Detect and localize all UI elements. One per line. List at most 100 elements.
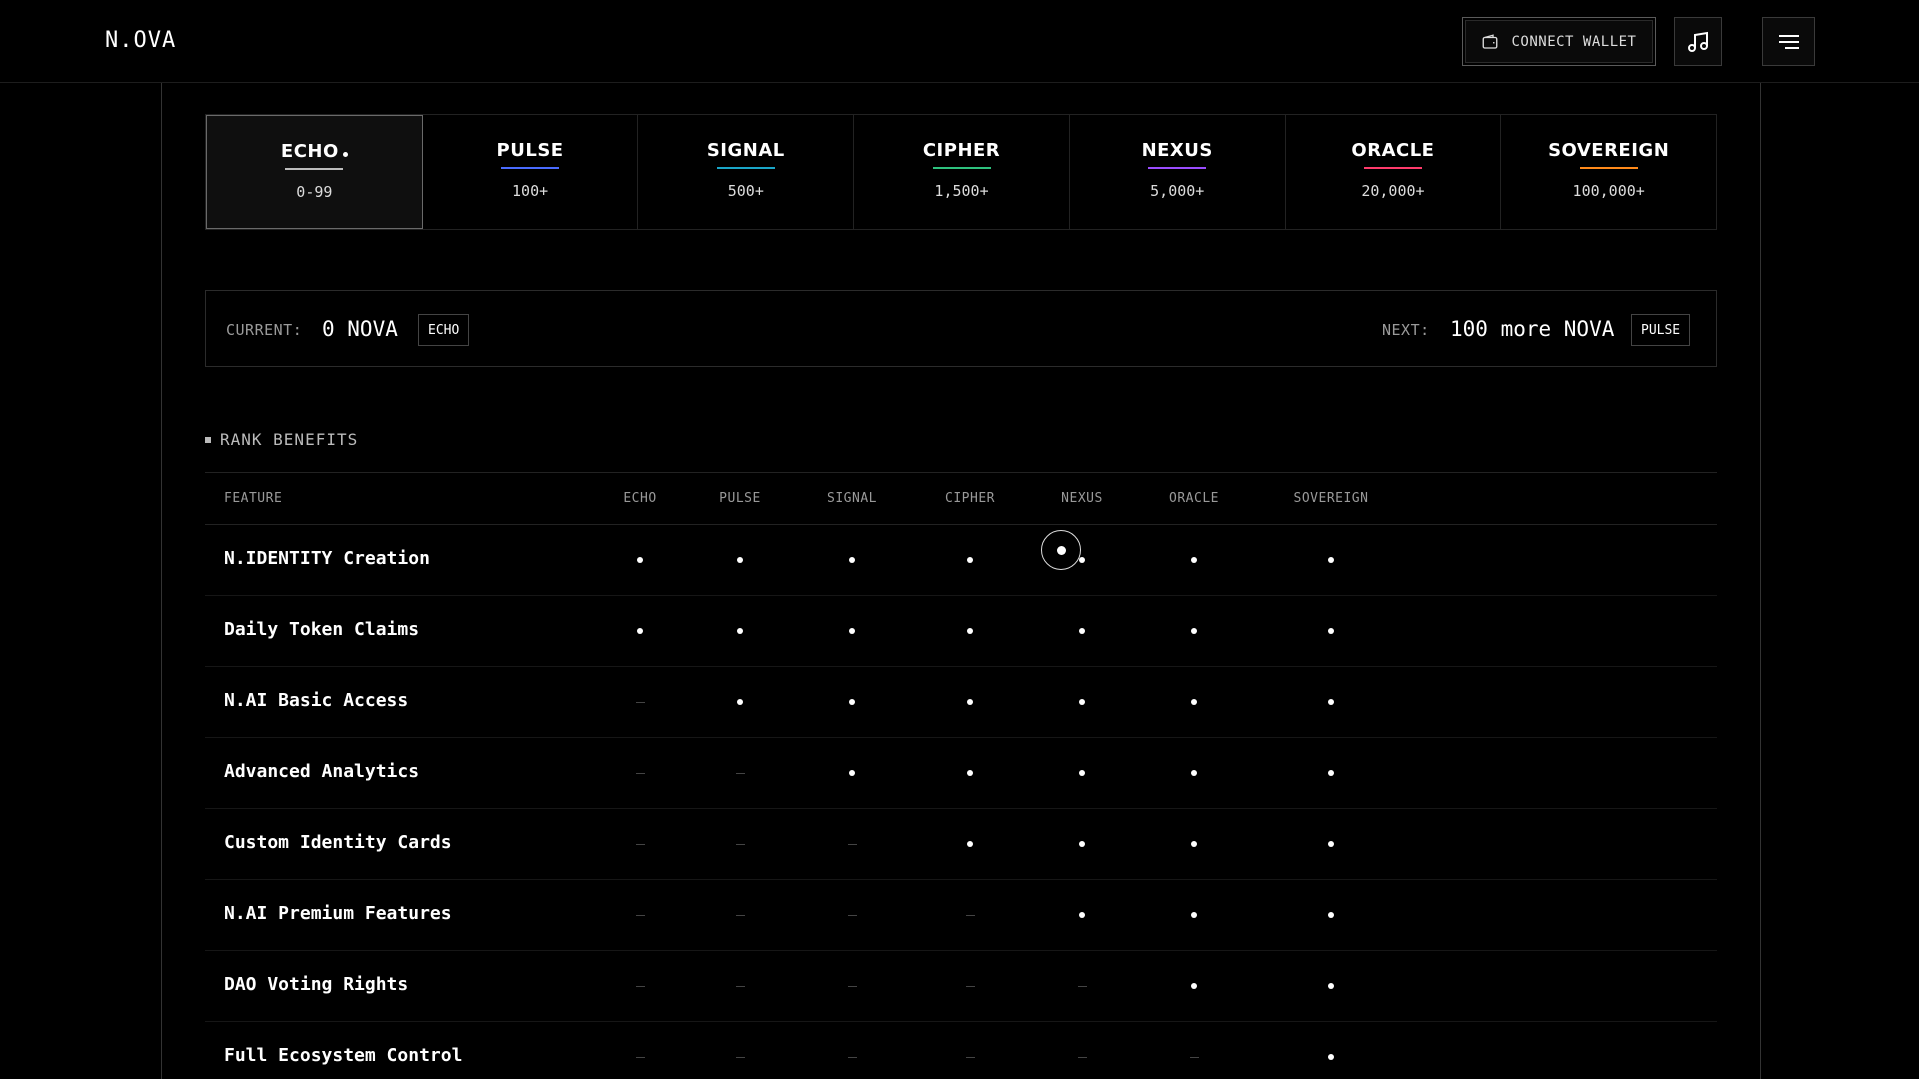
included-dot-icon [1079,912,1085,918]
excluded-dash-icon [735,772,745,774]
feature-name: Custom Identity Cards [224,832,452,853]
excluded-dash-icon [735,843,745,845]
included-cell [720,525,760,595]
included-cell [950,596,990,666]
included-dot-icon [1328,983,1334,989]
included-cell [1311,1022,1351,1079]
rank-tier-echo[interactable]: ECHO 0-99 [206,115,423,229]
excluded-cell [1062,1022,1102,1079]
excluded-cell [720,738,760,808]
excluded-cell [720,1022,760,1079]
included-dot-icon [637,628,643,634]
feature-name: N.IDENTITY Creation [224,548,430,569]
excluded-cell [720,880,760,950]
rank-tier-nexus[interactable]: NEXUS 5,000+ [1070,115,1286,229]
excluded-cell [832,1022,872,1079]
included-dot-icon [737,557,743,563]
column-header-feature: FEATURE [224,491,283,506]
square-bullet-icon [205,436,211,443]
rank-name: ORACLE [1351,140,1434,161]
active-indicator-dot [342,152,348,157]
excluded-cell [720,809,760,879]
included-cell [1311,667,1351,737]
excluded-dash-icon [635,914,645,916]
rank-range: 500+ [727,182,764,200]
included-dot-icon [1328,628,1334,634]
rank-tier-sovereign[interactable]: SOVEREIGN 100,000+ [1501,115,1716,229]
excluded-cell [620,667,660,737]
included-cell [1174,809,1214,879]
benefits-table: FEATURE ECHO PULSE SIGNAL CIPHER NEXUS ORACLE S… [205,472,1717,1079]
rank-name: SOVEREIGN [1548,140,1669,161]
included-dot-icon [1191,983,1197,989]
included-dot-icon [1328,1054,1334,1060]
column-header-cipher: CIPHER [945,491,995,506]
included-cell [1174,880,1214,950]
rank-name: PULSE [497,140,564,161]
excluded-dash-icon [847,1056,857,1058]
rank-tier-cipher[interactable]: CIPHER 1,500+ [854,115,1070,229]
rank-color-underline [932,167,991,169]
excluded-cell [620,738,660,808]
excluded-dash-icon [1077,985,1087,987]
included-cell [1311,809,1351,879]
rank-status-bar: CURRENT: 0 NOVA ECHO NEXT: 100 more NOVA… [205,290,1717,367]
excluded-dash-icon [735,914,745,916]
rank-name-text: NEXUS [1141,140,1213,161]
included-cell [1062,596,1102,666]
top-header: N.OVA CONNECT WALLET [0,0,1919,83]
excluded-cell [620,809,660,879]
included-cell [832,667,872,737]
excluded-cell [1062,951,1102,1021]
connect-wallet-button[interactable]: CONNECT WALLET [1462,17,1656,66]
included-cell [1174,525,1214,595]
included-dot-icon [1191,628,1197,634]
excluded-cell [1174,1022,1214,1079]
rank-tier-oracle[interactable]: ORACLE 20,000+ [1286,115,1502,229]
table-row: N.IDENTITY Creation [205,525,1717,596]
included-cell [950,525,990,595]
table-row: DAO Voting Rights [205,951,1717,1022]
rank-range: 1,500+ [934,182,989,200]
included-cell [1062,667,1102,737]
music-toggle-button[interactable] [1674,17,1722,66]
rank-color-underline [285,168,344,170]
included-cell [1174,738,1214,808]
included-dot-icon [637,557,643,563]
excluded-dash-icon [1189,1056,1199,1058]
table-row: N.AI Premium Features [205,880,1717,951]
included-cell [1311,951,1351,1021]
excluded-cell [832,809,872,879]
mouse-cursor [1041,530,1081,570]
rank-color-underline [716,167,775,169]
included-dot-icon [737,628,743,634]
rank-range: 0-99 [296,183,333,201]
column-header-sovereign: SOVEREIGN [1293,491,1369,506]
rank-name-text: PULSE [496,140,564,161]
rank-name: CIPHER [923,140,1000,161]
rank-tier-signal[interactable]: SIGNAL 500+ [638,115,855,229]
excluded-dash-icon [965,1056,975,1058]
included-dot-icon [967,770,973,776]
feature-name: N.AI Basic Access [224,690,409,711]
menu-button[interactable] [1762,17,1815,66]
excluded-cell [832,951,872,1021]
current-value: 0 NOVA [322,317,398,341]
rank-tier-pulse[interactable]: PULSE 100+ [423,115,639,229]
included-cell [1311,596,1351,666]
rank-color-underline [1363,167,1422,169]
excluded-cell [950,1022,990,1079]
current-label: CURRENT: [226,321,303,339]
excluded-dash-icon [735,985,745,987]
included-dot-icon [1079,841,1085,847]
included-dot-icon [1191,770,1197,776]
table-row: Advanced Analytics [205,738,1717,809]
included-cell [1062,738,1102,808]
excluded-dash-icon [635,772,645,774]
rank-range: 20,000+ [1361,182,1425,200]
included-dot-icon [1079,628,1085,634]
table-header: FEATURE ECHO PULSE SIGNAL CIPHER NEXUS ORACLE S… [205,473,1717,525]
logo[interactable]: N.OVA [105,28,176,53]
included-dot-icon [967,841,973,847]
excluded-dash-icon [847,843,857,845]
